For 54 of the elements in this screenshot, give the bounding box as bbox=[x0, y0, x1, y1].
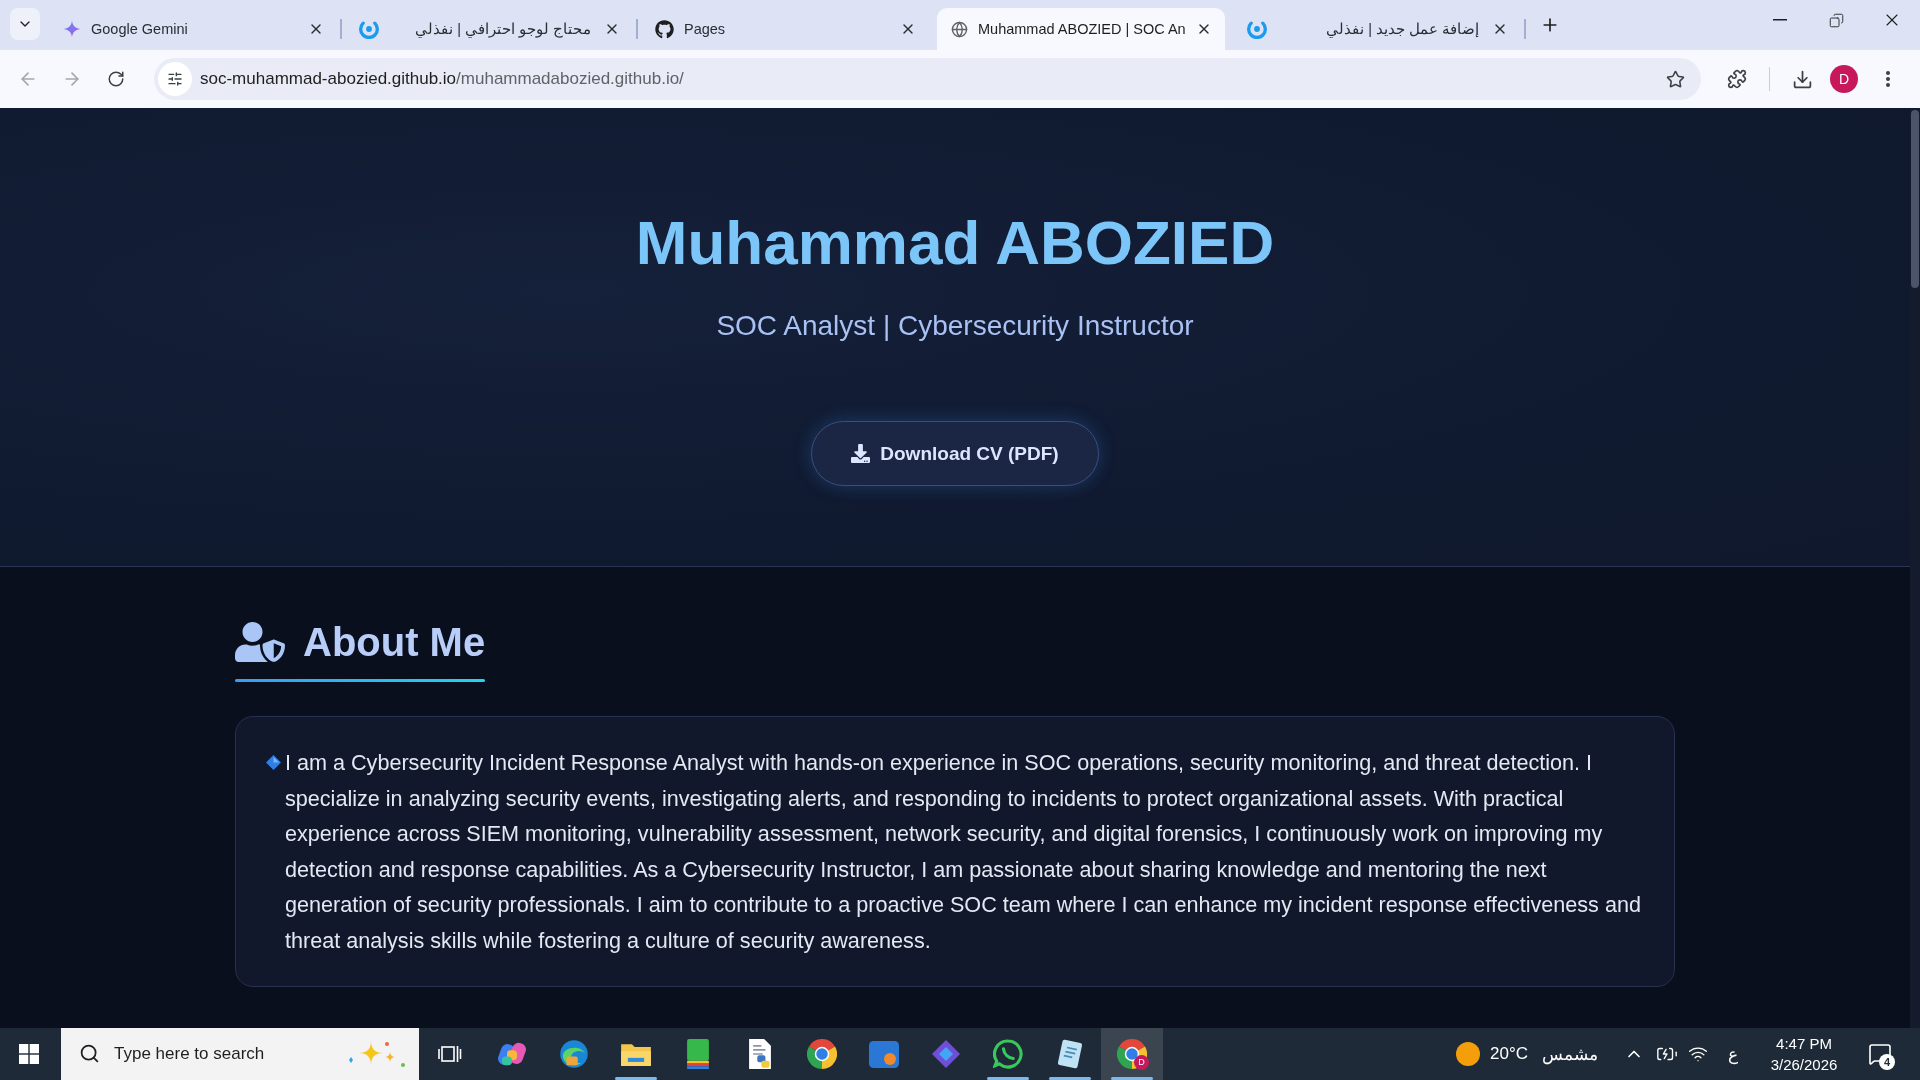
clock-date: 3/26/2026 bbox=[1770, 1055, 1838, 1075]
chat-bubble-icon[interactable] bbox=[993, 1039, 1023, 1069]
site-info-button[interactable] bbox=[158, 62, 192, 96]
ring-icon bbox=[359, 19, 379, 39]
sun-icon[interactable] bbox=[1456, 1042, 1480, 1066]
tab-list-button[interactable] bbox=[10, 8, 40, 40]
search-icon bbox=[79, 1043, 100, 1064]
document-icon[interactable] bbox=[749, 1039, 771, 1069]
scrollbar-thumb[interactable] bbox=[1911, 110, 1919, 288]
browser-tab[interactable]: Google Gemini bbox=[49, 8, 337, 50]
star-icon bbox=[1665, 69, 1685, 89]
app-tile-icon[interactable] bbox=[869, 1040, 899, 1068]
menu-icon bbox=[1886, 71, 1890, 87]
minimize-icon bbox=[1773, 19, 1787, 21]
browser-tab[interactable]: محتاج لوجو احترافي | نفذلي bbox=[345, 8, 633, 50]
folder-icon[interactable] bbox=[621, 1042, 651, 1066]
temperature-text: 20°C bbox=[1490, 1044, 1528, 1064]
restore-icon bbox=[1828, 12, 1844, 28]
taskbar-app-button[interactable]: D bbox=[1101, 1028, 1163, 1080]
profile-name: Muhammad ABOZIED bbox=[635, 207, 1275, 279]
search-field[interactable]: Type here to search bbox=[61, 1028, 419, 1080]
input-language[interactable]: ع bbox=[1728, 1043, 1738, 1065]
address-field[interactable]: soc-muhammad-abozied.github.io/muhammadabozied.github.io/ bbox=[154, 58, 1701, 100]
weather-condition: مشمس bbox=[1542, 1043, 1598, 1065]
windows-logo-icon bbox=[19, 1044, 39, 1064]
download-cv-button[interactable]: Download CV (PDF) bbox=[811, 421, 1099, 486]
ring-icon bbox=[1247, 19, 1267, 39]
cat-logo-icon bbox=[655, 19, 674, 39]
tricolor-circle-icon[interactable] bbox=[807, 1039, 837, 1069]
section-heading: About Me bbox=[303, 619, 486, 666]
about-paragraph: I am a Cybersecurity Incident Response Analyst with hands-on experience in SOC operations, security monitoring, and threat detection. I specialize in analyzing security events, investigating alerts, and responding to incidents to protect organizational assets. With practical experience across SIEM monitoring, vulnerability assessment, network security, and digital forensics, I continuously work on improving my detection and response capabilities. As a Cybersecurity Instructor, I am passionate about sharing knowledge and mentoring the next generation of security professionals. I aim to contribute to a proactive SOC team where I can enhance my incident response effectiveness and threat analysis skills while fostering a culture of security awareness. bbox=[285, 749, 1642, 955]
task-view-icon[interactable] bbox=[438, 1045, 462, 1063]
diamond-app-icon[interactable] bbox=[932, 1040, 960, 1068]
notepad-icon[interactable] bbox=[1057, 1039, 1083, 1069]
sliders-icon bbox=[167, 71, 183, 87]
download-icon bbox=[1791, 68, 1813, 90]
download-icon bbox=[851, 444, 871, 463]
diamond-icon bbox=[266, 755, 281, 770]
notification-count: 4 bbox=[1879, 1054, 1895, 1070]
notifications-button[interactable]: 4 bbox=[1858, 1032, 1902, 1076]
reload-icon bbox=[107, 70, 125, 88]
puzzle-icon bbox=[1727, 69, 1747, 89]
profile-avatar[interactable]: D bbox=[1830, 65, 1858, 93]
browser-tab[interactable]: إضافة عمل جديد | نفذلي bbox=[1233, 8, 1521, 50]
sparkle-icon bbox=[63, 20, 81, 38]
profile-tagline: SOC Analyst | Cybersecurity Instructor bbox=[716, 309, 1194, 343]
book-stack-icon[interactable] bbox=[687, 1039, 709, 1069]
browser-tab[interactable]: Muhammad ABOZIED | SOC An bbox=[937, 8, 1225, 50]
browser-tab[interactable]: Pages bbox=[641, 8, 929, 50]
message-icon bbox=[1868, 1042, 1892, 1066]
profile-badge: D bbox=[1134, 1055, 1149, 1070]
clock-time: 4:47 PM bbox=[1776, 1034, 1832, 1054]
globe-icon bbox=[951, 20, 968, 38]
wave-circle-icon[interactable] bbox=[559, 1039, 589, 1069]
